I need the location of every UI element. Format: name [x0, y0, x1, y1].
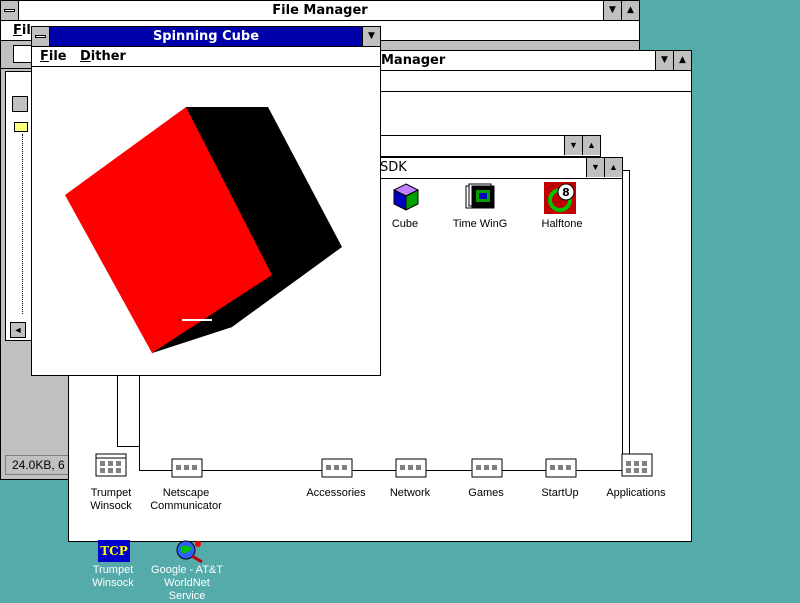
- spinning-cube-window[interactable]: Spinning Cube ▼ File Dither: [31, 26, 381, 376]
- program-manager-maximize-button[interactable]: ▲: [673, 51, 691, 70]
- trumpet-winsock-icon: TCP: [98, 540, 130, 562]
- file-manager-statusbar: 24.0KB, 6: [5, 455, 71, 475]
- tcp-badge: TCP: [100, 544, 128, 558]
- group-back-minimize-button[interactable]: ▼: [564, 136, 582, 155]
- file-manager-system-menu-button[interactable]: [1, 1, 19, 20]
- spinning-cube-title: Spinning Cube: [152, 29, 260, 44]
- folder-icon: [14, 122, 28, 132]
- file-manager-title: File Manager: [272, 3, 368, 18]
- group-item-netscape-communicator[interactable]: Netscape Communicator: [141, 453, 231, 513]
- program-group-icon: [395, 458, 427, 478]
- program-group-icon: [471, 458, 503, 478]
- sdk-title: SDK: [380, 160, 407, 175]
- directory-tree-line: [22, 134, 24, 314]
- sdk-scrollbar-track[interactable]: [622, 170, 630, 466]
- sdk-minimize-button[interactable]: ▼: [586, 158, 604, 177]
- spinning-cube-menu-dither[interactable]: Dither: [80, 47, 126, 66]
- group-back-maximize-button[interactable]: ▲: [582, 136, 600, 155]
- group-item-applications[interactable]: Applications: [591, 453, 681, 513]
- spinning-cube-system-menu-button[interactable]: [32, 27, 50, 46]
- program-manager-minimize-button[interactable]: ▼: [655, 51, 673, 70]
- cube-icon: [392, 183, 420, 211]
- program-group-icon: [321, 458, 353, 478]
- file-manager-titlebar[interactable]: File Manager ▼ ▲: [1, 1, 639, 21]
- svg-text:8: 8: [562, 186, 570, 199]
- spinning-cube-titlebar[interactable]: Spinning Cube ▼: [32, 27, 380, 47]
- google-worldnet-icon: [176, 540, 203, 564]
- program-group-icon: [95, 453, 127, 477]
- sdk-item-label: Halftone: [541, 218, 583, 230]
- directory-window-system-button[interactable]: [12, 96, 28, 112]
- spinning-cube-canvas: [65, 107, 342, 353]
- file-manager-minimize-button[interactable]: ▼: [603, 1, 621, 20]
- program-group-icon: [171, 458, 203, 478]
- halftone-icon: 8: [544, 182, 576, 214]
- desktop-icon-google-worldnet[interactable]: Google - AT&T WorldNet Service: [142, 538, 232, 602]
- program-group-icon: [621, 453, 653, 477]
- sdk-item-time-wing[interactable]: Time WinG: [440, 182, 520, 232]
- file-manager-maximize-button[interactable]: ▲: [621, 1, 639, 20]
- spinning-cube-menu-file[interactable]: File: [40, 47, 67, 66]
- sdk-item-halftone[interactable]: 8 Halftone: [522, 182, 602, 232]
- spinning-cube-minimize-button[interactable]: ▼: [362, 27, 380, 46]
- spinning-cube-menubar: File Dither: [32, 47, 380, 67]
- sdk-maximize-button[interactable]: ▲: [604, 158, 622, 177]
- desktop-icon-label: Google - AT&T WorldNet Service: [151, 564, 223, 602]
- program-manager-title: Manager: [381, 53, 446, 68]
- group-label: Applications: [606, 487, 666, 499]
- program-group-icon: [545, 458, 577, 478]
- directory-scroll-left-button[interactable]: ◄: [10, 322, 26, 338]
- file-manager-status-text: 24.0KB, 6: [12, 458, 65, 472]
- sdk-item-label: Time WinG: [452, 218, 508, 230]
- time-wing-icon: [465, 183, 495, 209]
- group-label: Netscape Communicator: [150, 487, 222, 512]
- drive-selector[interactable]: [13, 45, 33, 63]
